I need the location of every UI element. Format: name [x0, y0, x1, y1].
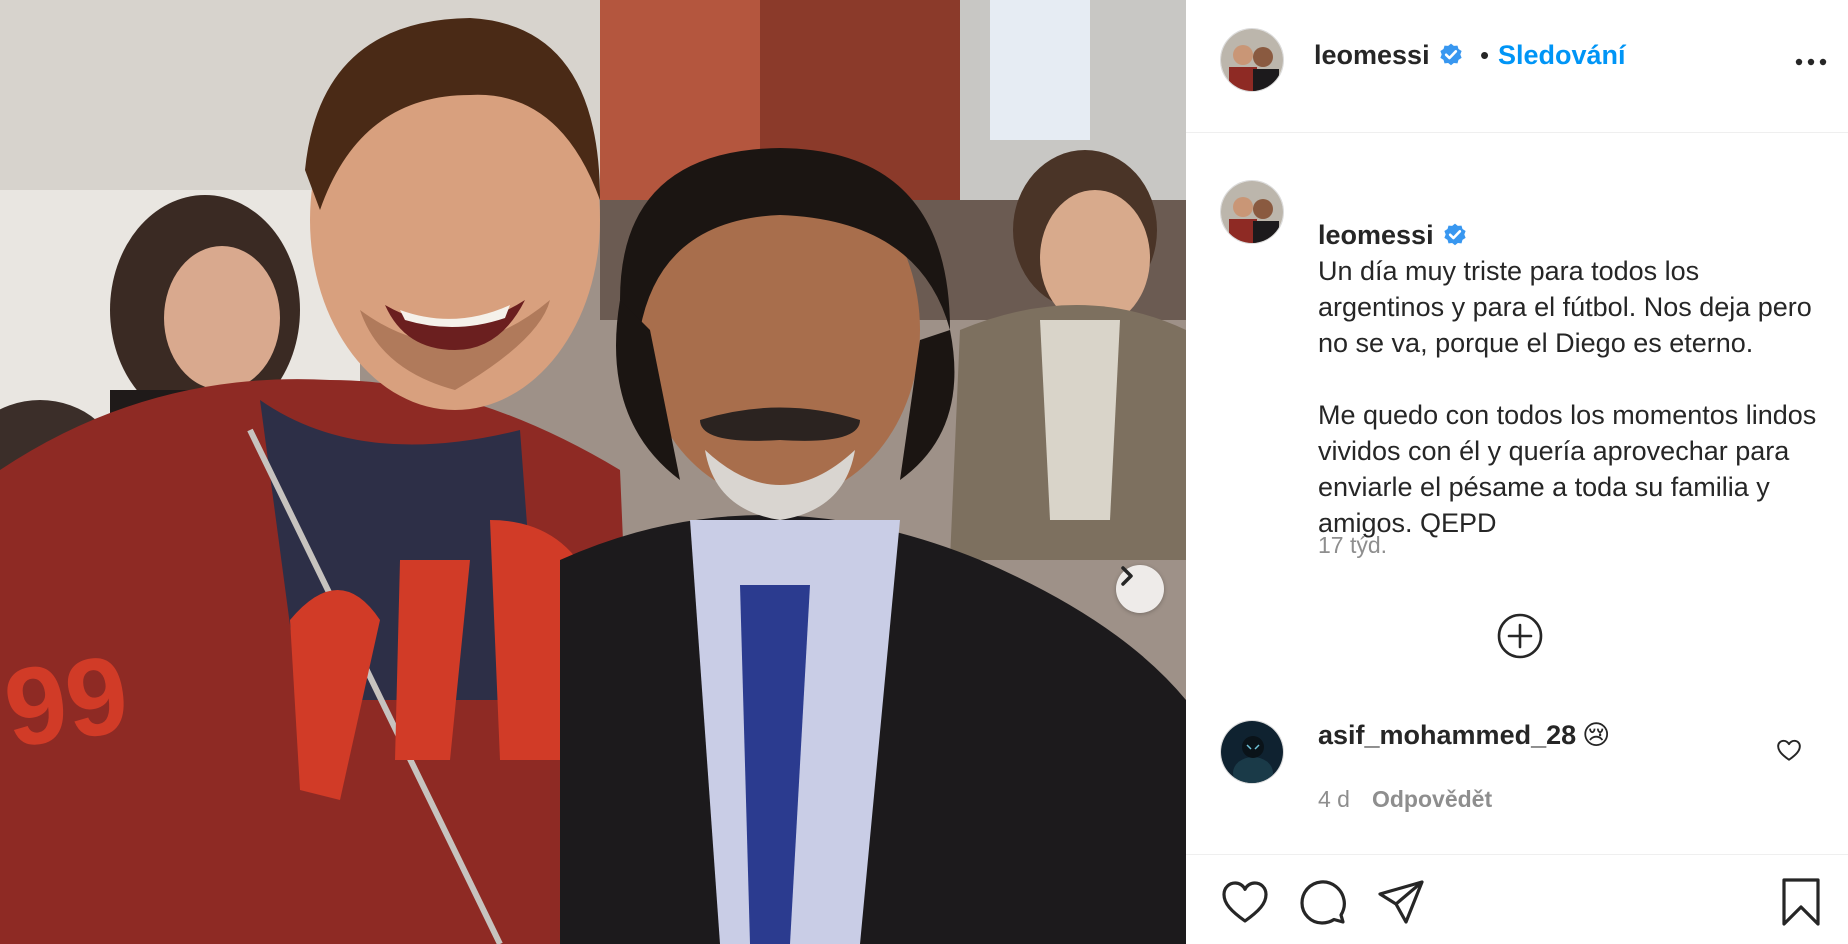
post-image: 99	[0, 0, 1186, 944]
author-avatar[interactable]	[1220, 28, 1284, 92]
svg-text:99: 99	[0, 632, 136, 771]
author-username[interactable]: leomessi	[1314, 40, 1464, 71]
paper-plane-icon[interactable]	[1376, 877, 1426, 927]
comment-text: 😢	[1582, 720, 1611, 750]
following-button[interactable]: Sledování	[1498, 40, 1626, 71]
caption-username[interactable]: leomessi	[1318, 220, 1434, 250]
reply-button[interactable]: Odpovědět	[1372, 786, 1492, 812]
separator-dot: •	[1480, 40, 1490, 70]
chevron-right-icon	[1121, 566, 1133, 586]
bookmark-icon[interactable]	[1776, 877, 1826, 927]
verified-badge-icon	[1443, 223, 1466, 246]
verified-badge-icon	[1439, 43, 1462, 66]
post-photo[interactable]: 99	[0, 0, 1186, 944]
post-timestamp[interactable]: 17 týd.	[1318, 532, 1387, 559]
comment-item: asif_mohammed_28 😢	[1318, 720, 1610, 751]
caption-text-paragraph-1: Un día muy triste para todos los argenti…	[1318, 256, 1812, 358]
comment-heart-icon[interactable]	[1776, 738, 1802, 762]
commenter-avatar[interactable]	[1220, 720, 1284, 784]
comment-meta: 4 d Odpovědět	[1318, 786, 1492, 813]
author-username-text[interactable]: leomessi	[1314, 40, 1430, 70]
comment-username[interactable]: asif_mohammed_28	[1318, 720, 1576, 750]
caption-text-paragraph-2: Me quedo con todos los momentos lindos v…	[1318, 400, 1817, 538]
more-options-icon[interactable]	[1791, 50, 1831, 74]
post-actions-bar	[1186, 854, 1848, 944]
comment-time: 4 d	[1318, 786, 1350, 812]
caption-author-avatar[interactable]	[1220, 180, 1284, 244]
next-photo-button[interactable]	[1116, 565, 1164, 613]
heart-icon[interactable]	[1220, 877, 1270, 927]
plus-circle-icon[interactable]	[1496, 612, 1544, 660]
comment-icon[interactable]	[1298, 877, 1348, 927]
post-header: leomessi • Sledování	[1186, 0, 1848, 133]
post-caption: leomessi Un día muy triste para todos lo…	[1318, 181, 1818, 541]
post-side-panel: leomessi • Sledování leomessi Un día muy…	[1186, 0, 1848, 944]
